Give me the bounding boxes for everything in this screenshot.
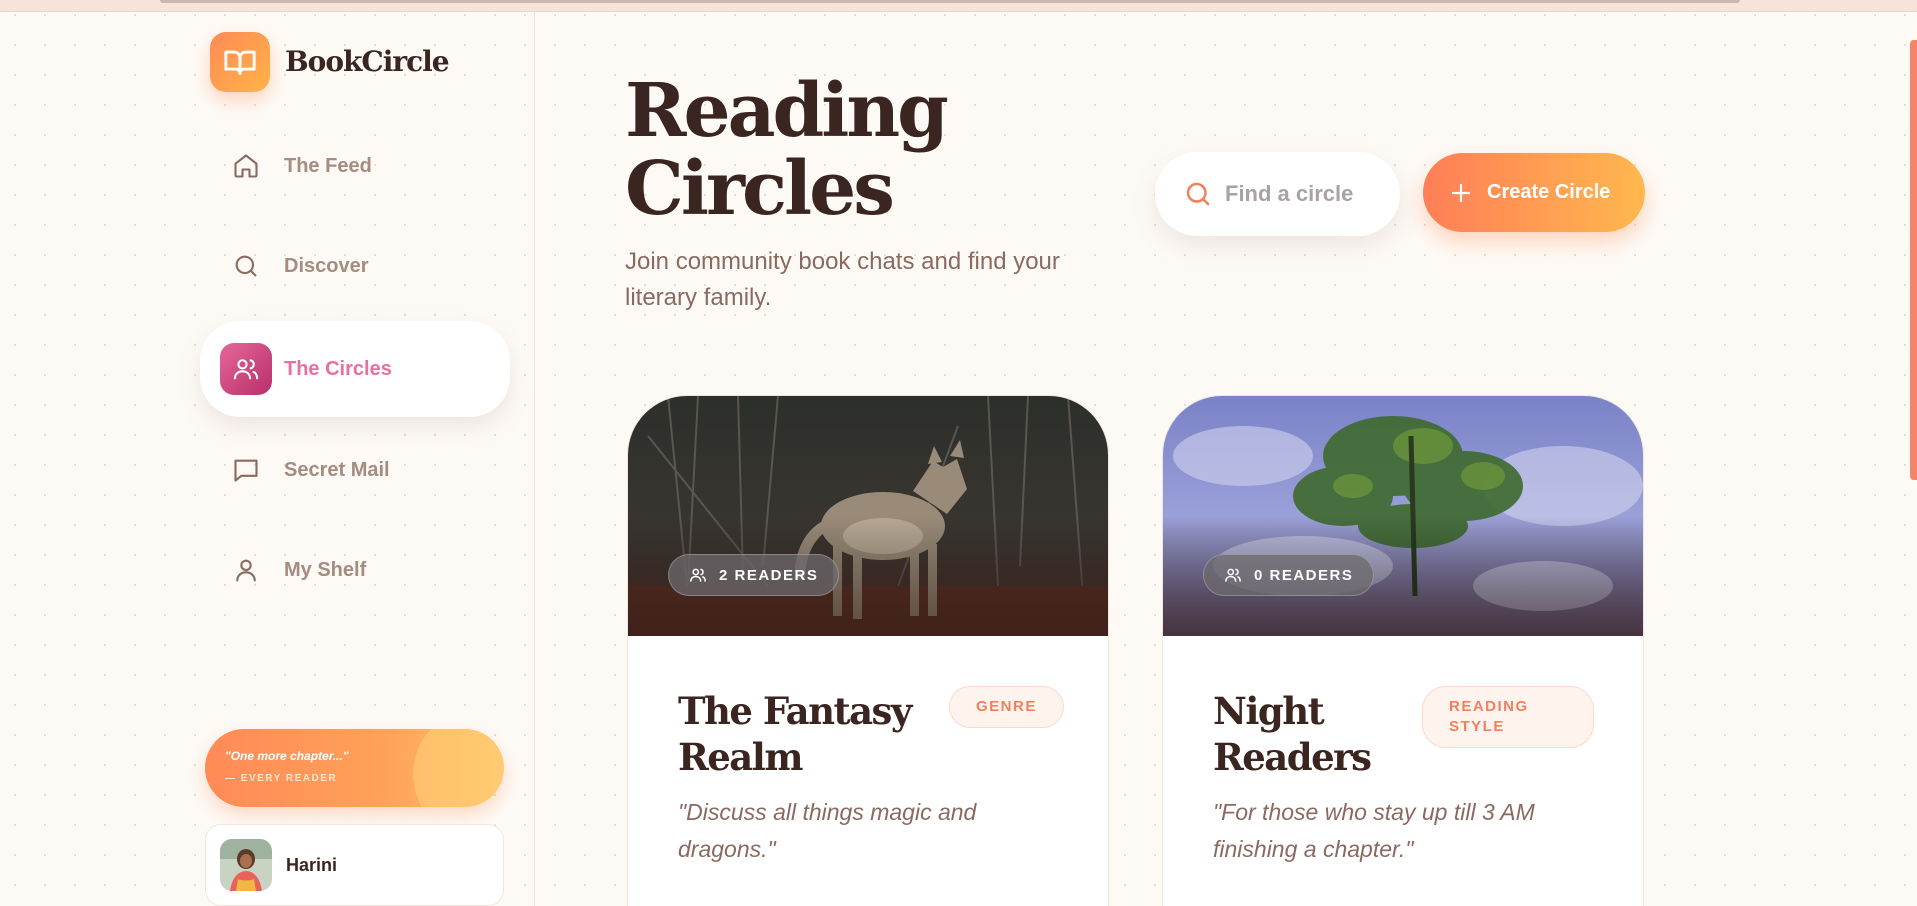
nav-label: My Shelf xyxy=(284,558,367,581)
circle-cover-image xyxy=(628,396,1108,636)
circle-title[interactable]: The Fantasy Realm xyxy=(678,688,918,780)
avatar[interactable] xyxy=(220,839,272,891)
readers-badge: 2 READERS xyxy=(668,554,840,596)
message-icon xyxy=(220,444,272,496)
nav-label: Secret Mail xyxy=(284,458,390,481)
page-title: Reading Circles xyxy=(625,68,949,232)
plus-icon xyxy=(1449,181,1473,205)
nav-label: Discover xyxy=(284,254,369,277)
user-profile-card[interactable]: Harini xyxy=(205,824,504,906)
search-field[interactable] xyxy=(1155,152,1400,236)
circle-title[interactable]: Night Readers xyxy=(1213,688,1393,780)
readers-count: 0 READERS xyxy=(1254,566,1354,584)
users-icon xyxy=(220,343,272,395)
scrollbar-thumb[interactable] xyxy=(1910,40,1917,480)
user-icon xyxy=(220,544,272,596)
circle-card[interactable]: 2 READERS The Fantasy Realm GENRE "Discu… xyxy=(627,395,1109,906)
circle-cover-image xyxy=(1163,396,1643,636)
create-circle-label: Create Circle xyxy=(1487,181,1611,203)
create-circle-button[interactable]: Create Circle xyxy=(1423,153,1645,232)
nav-item-the-circles[interactable]: The Circles xyxy=(200,321,510,417)
nav-item-the-feed[interactable]: The Feed xyxy=(200,118,510,214)
quote-banner: "One more chapter..." — EVERY READER xyxy=(205,729,504,807)
users-icon xyxy=(689,566,707,584)
home-icon xyxy=(220,140,272,192)
sidebar: BookCircle The Feed Discover The Circles xyxy=(0,12,535,906)
search-icon xyxy=(1183,179,1213,209)
readers-badge: 0 READERS xyxy=(1203,554,1375,596)
readers-count: 2 READERS xyxy=(719,566,819,584)
quote-text: "One more chapter..." xyxy=(225,749,349,763)
app-name[interactable]: BookCircle xyxy=(285,45,450,78)
nav-label: The Feed xyxy=(284,154,372,177)
nav-item-my-shelf[interactable]: My Shelf xyxy=(200,522,510,618)
circle-description: "For those who stay up till 3 AM finishi… xyxy=(1213,799,1535,862)
user-name: Harini xyxy=(286,854,338,875)
nav-item-discover[interactable]: Discover xyxy=(200,218,510,314)
page-subtitle: Join community book chats and find your … xyxy=(625,248,1060,311)
users-icon xyxy=(1224,566,1242,584)
circle-tag: GENRE xyxy=(949,686,1064,728)
nav-label: The Circles xyxy=(284,357,392,380)
quote-author: — EVERY READER xyxy=(225,773,338,784)
search-icon xyxy=(220,240,272,292)
browser-top-bar xyxy=(0,0,1917,12)
circle-card[interactable]: 0 READERS Night Readers READING STYLE "F… xyxy=(1162,395,1644,906)
logo-icon[interactable] xyxy=(210,32,270,92)
nav-item-secret-mail[interactable]: Secret Mail xyxy=(200,422,510,518)
circle-tag: READING STYLE xyxy=(1422,686,1594,748)
search-input[interactable] xyxy=(1225,181,1355,207)
circle-description: "Discuss all things magic and dragons." xyxy=(678,799,977,862)
